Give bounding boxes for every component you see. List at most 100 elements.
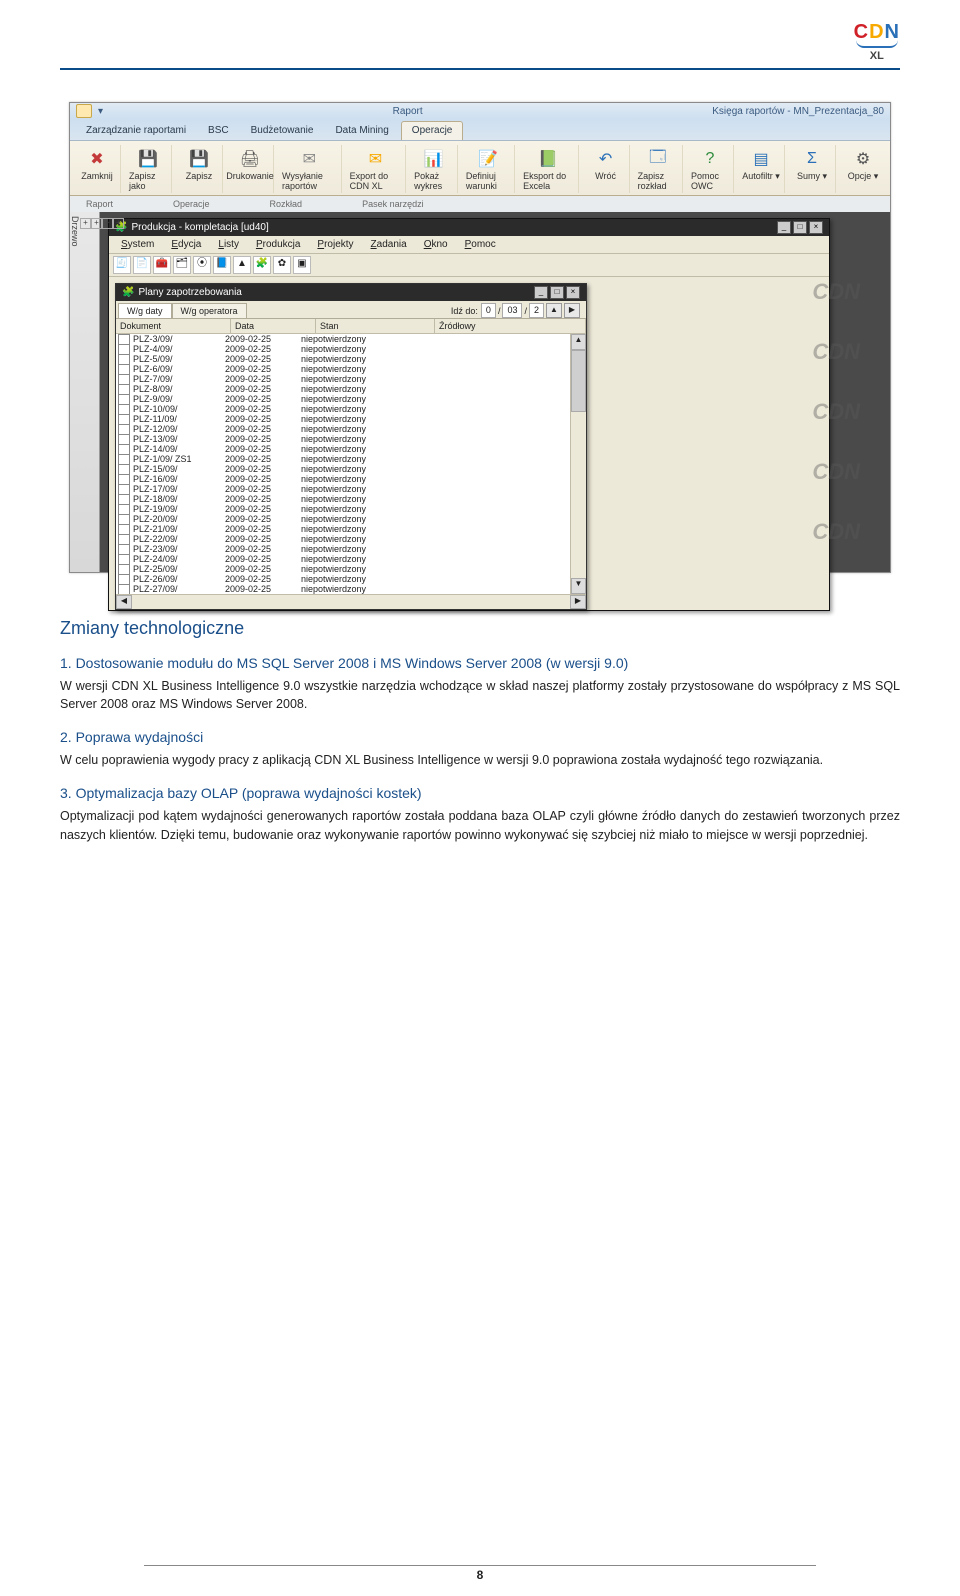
table-row[interactable]: PLZ-18/09/2009-02-25niepotwierdzony — [116, 494, 586, 504]
inner-tab-wgdaty[interactable]: W/g daty — [118, 303, 172, 318]
toolbar-icon[interactable]: 🧾 — [113, 256, 131, 274]
row-checkbox[interactable] — [118, 584, 130, 595]
ribbon-button[interactable]: ?Pomoc OWC — [687, 145, 734, 193]
table-row[interactable]: PLZ-11/09/2009-02-25niepotwierdzony — [116, 414, 586, 424]
maximize-button[interactable]: □ — [793, 221, 807, 234]
ribbon-tab[interactable]: BSC — [198, 122, 239, 140]
ribbon-tab[interactable]: Zarządzanie raportami — [76, 122, 196, 140]
tree-expand-icon[interactable]: + — [113, 218, 124, 229]
ribbon-button[interactable]: ⚙Opcje ▾ — [840, 145, 886, 193]
ribbon-tab[interactable]: Operacje — [401, 121, 464, 140]
ribbon-button[interactable]: 📗Eksport do Excela — [519, 145, 579, 193]
table-row[interactable]: PLZ-5/09/2009-02-25niepotwierdzony — [116, 354, 586, 364]
toolbar-icon[interactable]: 🧩 — [253, 256, 271, 274]
table-row[interactable]: PLZ-4/09/2009-02-25niepotwierdzony — [116, 344, 586, 354]
table-row[interactable]: PLZ-16/09/2009-02-25niepotwierdzony — [116, 474, 586, 484]
minimize-button[interactable]: _ — [777, 221, 791, 234]
outer-window-titlebar[interactable]: 🧩Produkcja - kompletacja [ud40] _ □ × — [109, 219, 829, 236]
table-row[interactable]: PLZ-26/09/2009-02-25niepotwierdzony — [116, 574, 586, 584]
inner-window-titlebar[interactable]: 🧩Plany zapotrzebowania _ □ × — [116, 284, 586, 301]
ribbon-button[interactable]: 📊Pokaż wykres — [410, 145, 458, 193]
table-row[interactable]: PLZ-8/09/2009-02-25niepotwierdzony — [116, 384, 586, 394]
toolbar-icon[interactable]: 🧰 — [153, 256, 171, 274]
ribbon-button[interactable]: ΣSumy ▾ — [789, 145, 836, 193]
date-seg-2[interactable]: 03 — [502, 303, 522, 318]
menu-item[interactable]: System — [113, 238, 162, 251]
scrollbar-horizontal[interactable]: ◀ ▶ — [116, 594, 586, 609]
ribbon-button[interactable]: ✉Export do CDN XL — [346, 145, 407, 193]
grid-col-zrodlowy[interactable]: Źródłowy — [435, 319, 586, 333]
table-row[interactable]: PLZ-25/09/2009-02-25niepotwierdzony — [116, 564, 586, 574]
ribbon-button[interactable]: ↶Wróć — [583, 145, 630, 193]
toolbar-icon[interactable]: ▲ — [233, 256, 251, 274]
toolbar-icon[interactable]: 📄 — [133, 256, 151, 274]
table-row[interactable]: PLZ-3/09/2009-02-25niepotwierdzony — [116, 334, 586, 344]
table-row[interactable]: PLZ-1/09/ ZS12009-02-25niepotwierdzony — [116, 454, 586, 464]
table-row[interactable]: PLZ-10/09/2009-02-25niepotwierdzony — [116, 404, 586, 414]
tree-expand-icon[interactable]: + — [102, 218, 113, 229]
toolbar-icon[interactable]: 📘 — [213, 256, 231, 274]
ribbon-button[interactable]: 🗔Zapisz rozkład — [634, 145, 683, 193]
menu-item[interactable]: Pomoc — [457, 238, 504, 251]
menu-item[interactable]: Produkcja — [248, 238, 308, 251]
table-row[interactable]: PLZ-12/09/2009-02-25niepotwierdzony — [116, 424, 586, 434]
close-button[interactable]: × — [809, 221, 823, 234]
ribbon-button[interactable]: ✉Wysyłanie raportów — [278, 145, 342, 193]
date-control[interactable]: 0 / 03 / 2 ▲ ▶ — [481, 303, 580, 318]
table-row[interactable]: PLZ-13/09/2009-02-25niepotwierdzony — [116, 434, 586, 444]
ribbon-tab[interactable]: Budżetowanie — [241, 122, 324, 140]
menu-item[interactable]: Projekty — [309, 238, 361, 251]
date-seg-1[interactable]: 0 — [481, 303, 496, 318]
date-seg-3[interactable]: 2 — [529, 303, 544, 318]
cell-data: 2009-02-25 — [225, 544, 301, 554]
toolbar-icon[interactable]: 🗂 — [173, 256, 191, 274]
ribbon-button[interactable]: ✖Zamknij — [74, 145, 121, 193]
table-row[interactable]: PLZ-17/09/2009-02-25niepotwierdzony — [116, 484, 586, 494]
grid-col-data[interactable]: Data — [231, 319, 316, 333]
toolbar-icon[interactable]: ⦿ — [193, 256, 211, 274]
table-row[interactable]: PLZ-14/09/2009-02-25niepotwierdzony — [116, 444, 586, 454]
table-row[interactable]: PLZ-15/09/2009-02-25niepotwierdzony — [116, 464, 586, 474]
table-row[interactable]: PLZ-22/09/2009-02-25niepotwierdzony — [116, 534, 586, 544]
grid-body[interactable]: PLZ-3/09/2009-02-25niepotwierdzonyPLZ-4/… — [116, 334, 586, 594]
scroll-down-icon[interactable]: ▼ — [571, 578, 586, 594]
tree-expand-icon[interactable]: + — [80, 218, 91, 229]
titlebar-dropdown-icon[interactable]: ▾ — [98, 106, 103, 117]
ribbon-button[interactable]: 🖨Drukowanie — [227, 145, 274, 193]
scroll-up-icon[interactable]: ▲ — [571, 334, 586, 350]
scroll-left-icon[interactable]: ◀ — [116, 595, 132, 609]
grid-col-dokument[interactable]: Dokument — [116, 319, 231, 333]
table-row[interactable]: PLZ-6/09/2009-02-25niepotwierdzony — [116, 364, 586, 374]
ribbon-tab[interactable]: Data Mining — [325, 122, 398, 140]
side-panel[interactable]: Drzewo + + + + — [70, 212, 100, 572]
scroll-right-icon[interactable]: ▶ — [570, 595, 586, 609]
inner-tab-wgoperatora[interactable]: W/g operatora — [172, 303, 247, 318]
scroll-thumb[interactable] — [571, 350, 586, 412]
toolbar-icon[interactable]: ▣ — [293, 256, 311, 274]
date-spin-up-icon[interactable]: ▲ — [546, 303, 562, 318]
table-row[interactable]: PLZ-7/09/2009-02-25niepotwierdzony — [116, 374, 586, 384]
grid-col-stan[interactable]: Stan — [316, 319, 435, 333]
date-go-button[interactable]: ▶ — [564, 303, 580, 318]
minimize-button[interactable]: _ — [534, 286, 548, 299]
menu-item[interactable]: Edycja — [163, 238, 209, 251]
ribbon-button[interactable]: 💾Zapisz jako — [125, 145, 172, 193]
menu-item[interactable]: Listy — [210, 238, 247, 251]
maximize-button[interactable]: □ — [550, 286, 564, 299]
table-row[interactable]: PLZ-19/09/2009-02-25niepotwierdzony — [116, 504, 586, 514]
table-row[interactable]: PLZ-27/09/2009-02-25niepotwierdzony — [116, 584, 586, 594]
menu-item[interactable]: Okno — [416, 238, 456, 251]
ribbon-button[interactable]: 📝Definiuj warunki — [462, 145, 515, 193]
toolbar-icon[interactable]: ✿ — [273, 256, 291, 274]
table-row[interactable]: PLZ-9/09/2009-02-25niepotwierdzony — [116, 394, 586, 404]
close-button[interactable]: × — [566, 286, 580, 299]
menu-item[interactable]: Zadania — [363, 238, 415, 251]
table-row[interactable]: PLZ-24/09/2009-02-25niepotwierdzony — [116, 554, 586, 564]
table-row[interactable]: PLZ-21/09/2009-02-25niepotwierdzony — [116, 524, 586, 534]
table-row[interactable]: PLZ-20/09/2009-02-25niepotwierdzony — [116, 514, 586, 524]
scrollbar-vertical[interactable]: ▲ ▼ — [570, 334, 586, 594]
tree-expand-icon[interactable]: + — [91, 218, 102, 229]
ribbon-button[interactable]: 💾Zapisz — [176, 145, 223, 193]
table-row[interactable]: PLZ-23/09/2009-02-25niepotwierdzony — [116, 544, 586, 554]
ribbon-button[interactable]: ▤Autofiltr ▾ — [738, 145, 785, 193]
